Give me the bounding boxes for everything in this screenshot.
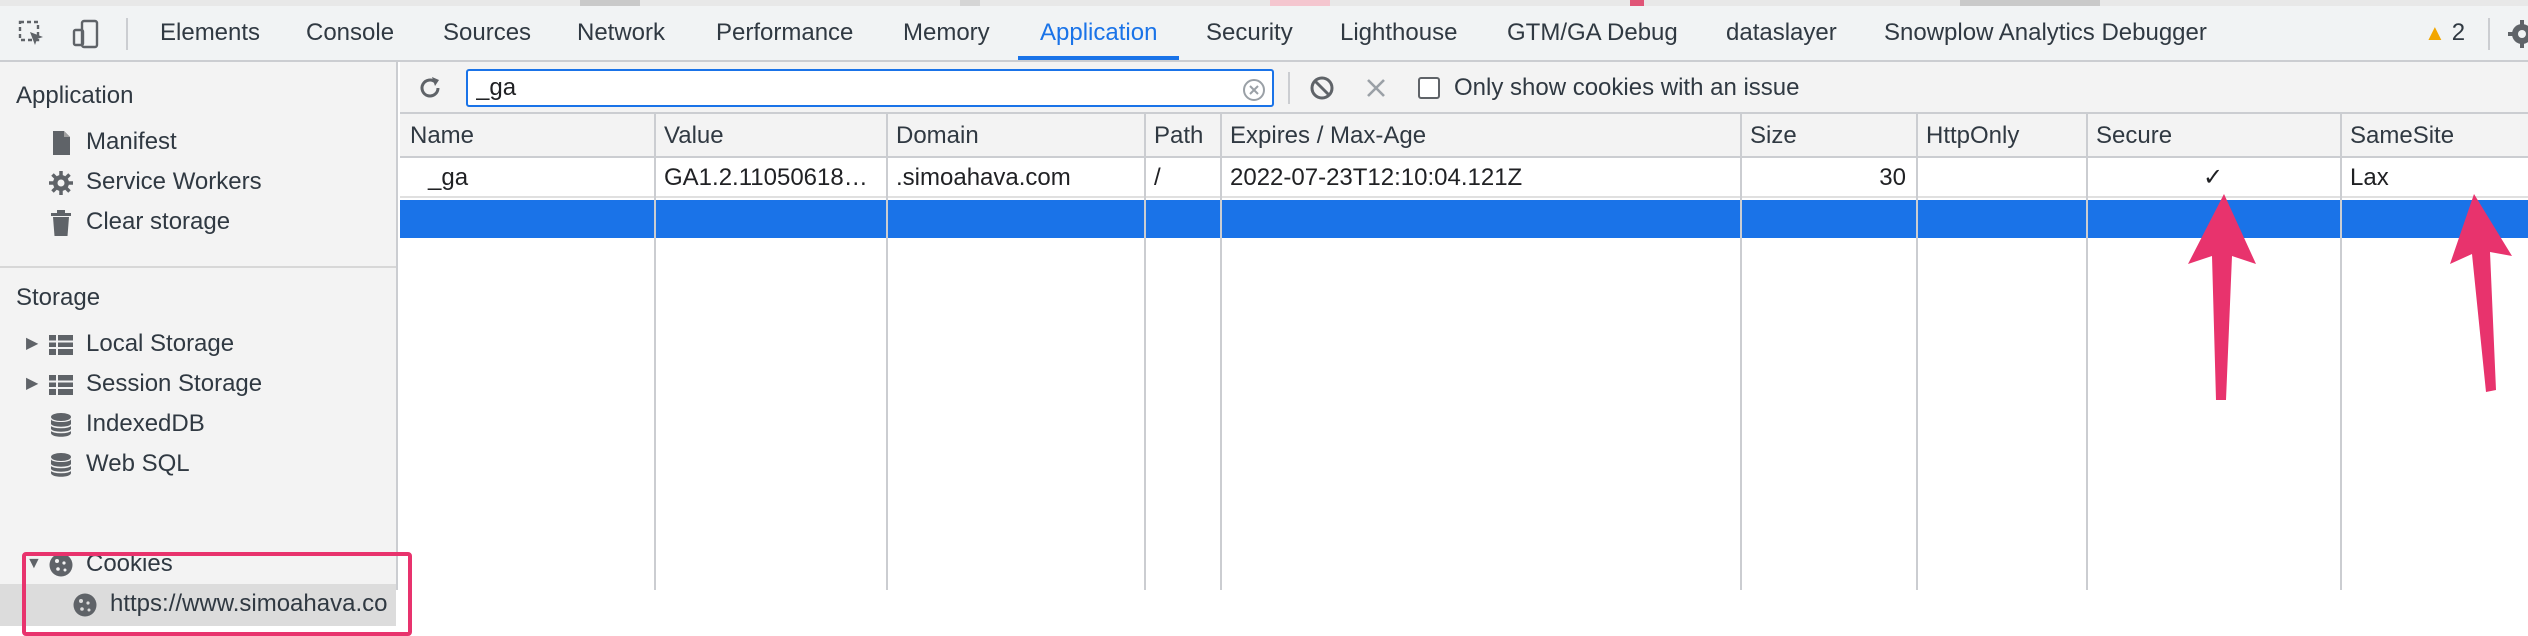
tab-performance[interactable]: Performance <box>716 6 853 60</box>
document-icon <box>53 131 70 155</box>
column-header-name[interactable]: Name <box>400 114 654 158</box>
inspect-element-icon[interactable] <box>16 18 48 50</box>
sidebar-item-label: Manifest <box>86 128 177 155</box>
sidebar-item-label: Service Workers <box>86 168 262 195</box>
application-sidebar: Application Manifest Service Workers Cle… <box>0 62 412 636</box>
column-divider <box>654 114 656 590</box>
storage-section-heading: Storage <box>16 284 101 311</box>
column-header-secure[interactable]: Secure <box>2086 114 2340 158</box>
cell-httponly <box>1916 158 2086 198</box>
sidebar-item-clear-storage[interactable]: Clear storage <box>0 202 396 242</box>
database-icon <box>50 413 72 437</box>
toolbar-separator <box>2488 18 2490 50</box>
grid-icon <box>49 375 73 395</box>
sidebar-item-label: Web SQL <box>86 450 190 477</box>
tab-gtm-ga-debug[interactable]: GTM/GA Debug <box>1507 6 1678 60</box>
column-header-expires[interactable]: Expires / Max-Age <box>1220 114 1740 158</box>
device-toolbar-icon[interactable] <box>70 18 102 50</box>
sidebar-item-web-sql[interactable]: Web SQL <box>0 444 396 484</box>
cell-value: GA1.2.11050618… <box>664 164 868 191</box>
application-section-heading: Application <box>16 82 134 109</box>
cell-size: 30 <box>1879 164 1906 191</box>
column-divider <box>2086 114 2088 590</box>
tab-application[interactable]: Application <box>1018 6 1180 60</box>
grid-icon <box>49 335 73 355</box>
column-header-size[interactable]: Size <box>1740 114 1916 158</box>
column-divider <box>1740 114 1742 590</box>
cookies-toolbar: Only show cookies with an issue <box>400 62 2528 114</box>
column-header-httponly[interactable]: HttpOnly <box>1916 114 2086 158</box>
warning-icon: ▲ <box>2424 20 2446 45</box>
sidebar-item-session-storage[interactable]: ▶ Session Storage <box>0 364 396 404</box>
filter-field[interactable] <box>466 69 1274 107</box>
devtools-tab-bar: Elements Console Sources Network Perform… <box>0 6 2528 62</box>
tab-dataslayer[interactable]: dataslayer <box>1726 6 1837 60</box>
sidebar-item-service-workers[interactable]: Service Workers <box>0 162 396 202</box>
toolbar-separator <box>1288 72 1290 104</box>
warning-count: 2 <box>2451 19 2466 46</box>
sidebar-item-local-storage[interactable]: ▶ Local Storage <box>0 324 396 364</box>
sidebar-divider <box>0 266 396 268</box>
column-header-value[interactable]: Value <box>654 114 886 158</box>
database-icon <box>50 453 72 477</box>
cell-secure: ✓ <box>2202 164 2224 191</box>
column-divider <box>1220 114 1222 590</box>
tab-console[interactable]: Console <box>306 6 394 60</box>
gear-icon <box>49 171 73 195</box>
column-header-domain[interactable]: Domain <box>886 114 1144 158</box>
warnings-counter[interactable]: ▲ 2 <box>2424 6 2465 60</box>
sidebar-item-label: Clear storage <box>86 208 231 235</box>
tab-security[interactable]: Security <box>1206 6 1293 60</box>
delete-selected-icon[interactable] <box>1364 76 1388 100</box>
sidebar-item-indexeddb[interactable]: IndexedDB <box>0 404 396 444</box>
column-divider <box>1144 114 1146 590</box>
table-row[interactable]: _ga GA1.2.11050618… .simoahava.com / 202… <box>400 158 2528 198</box>
only-issues-label: Only show cookies with an issue <box>1454 74 1800 101</box>
expand-arrow-icon[interactable]: ▶ <box>26 364 38 404</box>
settings-gear-icon[interactable] <box>2506 18 2528 50</box>
column-divider <box>1916 114 1918 590</box>
tab-memory[interactable]: Memory <box>903 6 990 60</box>
clear-filter-icon[interactable] <box>1242 78 1266 102</box>
tab-elements[interactable]: Elements <box>160 6 260 60</box>
annotation-arrow-samesite <box>2450 194 2512 392</box>
cell-name: _ga <box>428 164 469 191</box>
tab-snowplow-analytics-debugger[interactable]: Snowplow Analytics Debugger <box>1884 6 2207 60</box>
cookies-table: Name Value Domain Path Expires / Max-Age… <box>400 114 2528 590</box>
sidebar-item-label: Local Storage <box>86 330 235 357</box>
sidebar-item-label: Session Storage <box>86 370 263 397</box>
only-issues-checkbox[interactable] <box>1418 77 1440 99</box>
column-header-path[interactable]: Path <box>1144 114 1220 158</box>
column-divider <box>886 114 888 590</box>
cell-path: / <box>1154 164 1161 191</box>
column-header-samesite[interactable]: SameSite <box>2340 114 2528 158</box>
sidebar-item-label: IndexedDB <box>86 410 205 437</box>
cell-expires: 2022-07-23T12:10:04.121Z <box>1230 164 1523 191</box>
tab-sources[interactable]: Sources <box>443 6 531 60</box>
cell-domain: .simoahava.com <box>896 164 1071 191</box>
column-divider <box>2340 114 2342 590</box>
filter-input[interactable] <box>476 73 1216 103</box>
tab-network[interactable]: Network <box>577 6 665 60</box>
tab-lighthouse[interactable]: Lighthouse <box>1340 6 1457 60</box>
sidebar-item-manifest[interactable]: Manifest <box>0 122 396 162</box>
refresh-icon[interactable] <box>416 74 444 102</box>
cell-samesite: Lax <box>2350 164 2389 191</box>
expand-arrow-icon[interactable]: ▶ <box>26 324 38 364</box>
clear-all-block-icon[interactable] <box>1308 74 1336 102</box>
trash-icon <box>51 210 71 236</box>
toolbar-separator <box>126 18 128 50</box>
annotation-arrow-secure <box>2188 194 2256 400</box>
annotation-highlight-box <box>22 552 412 636</box>
